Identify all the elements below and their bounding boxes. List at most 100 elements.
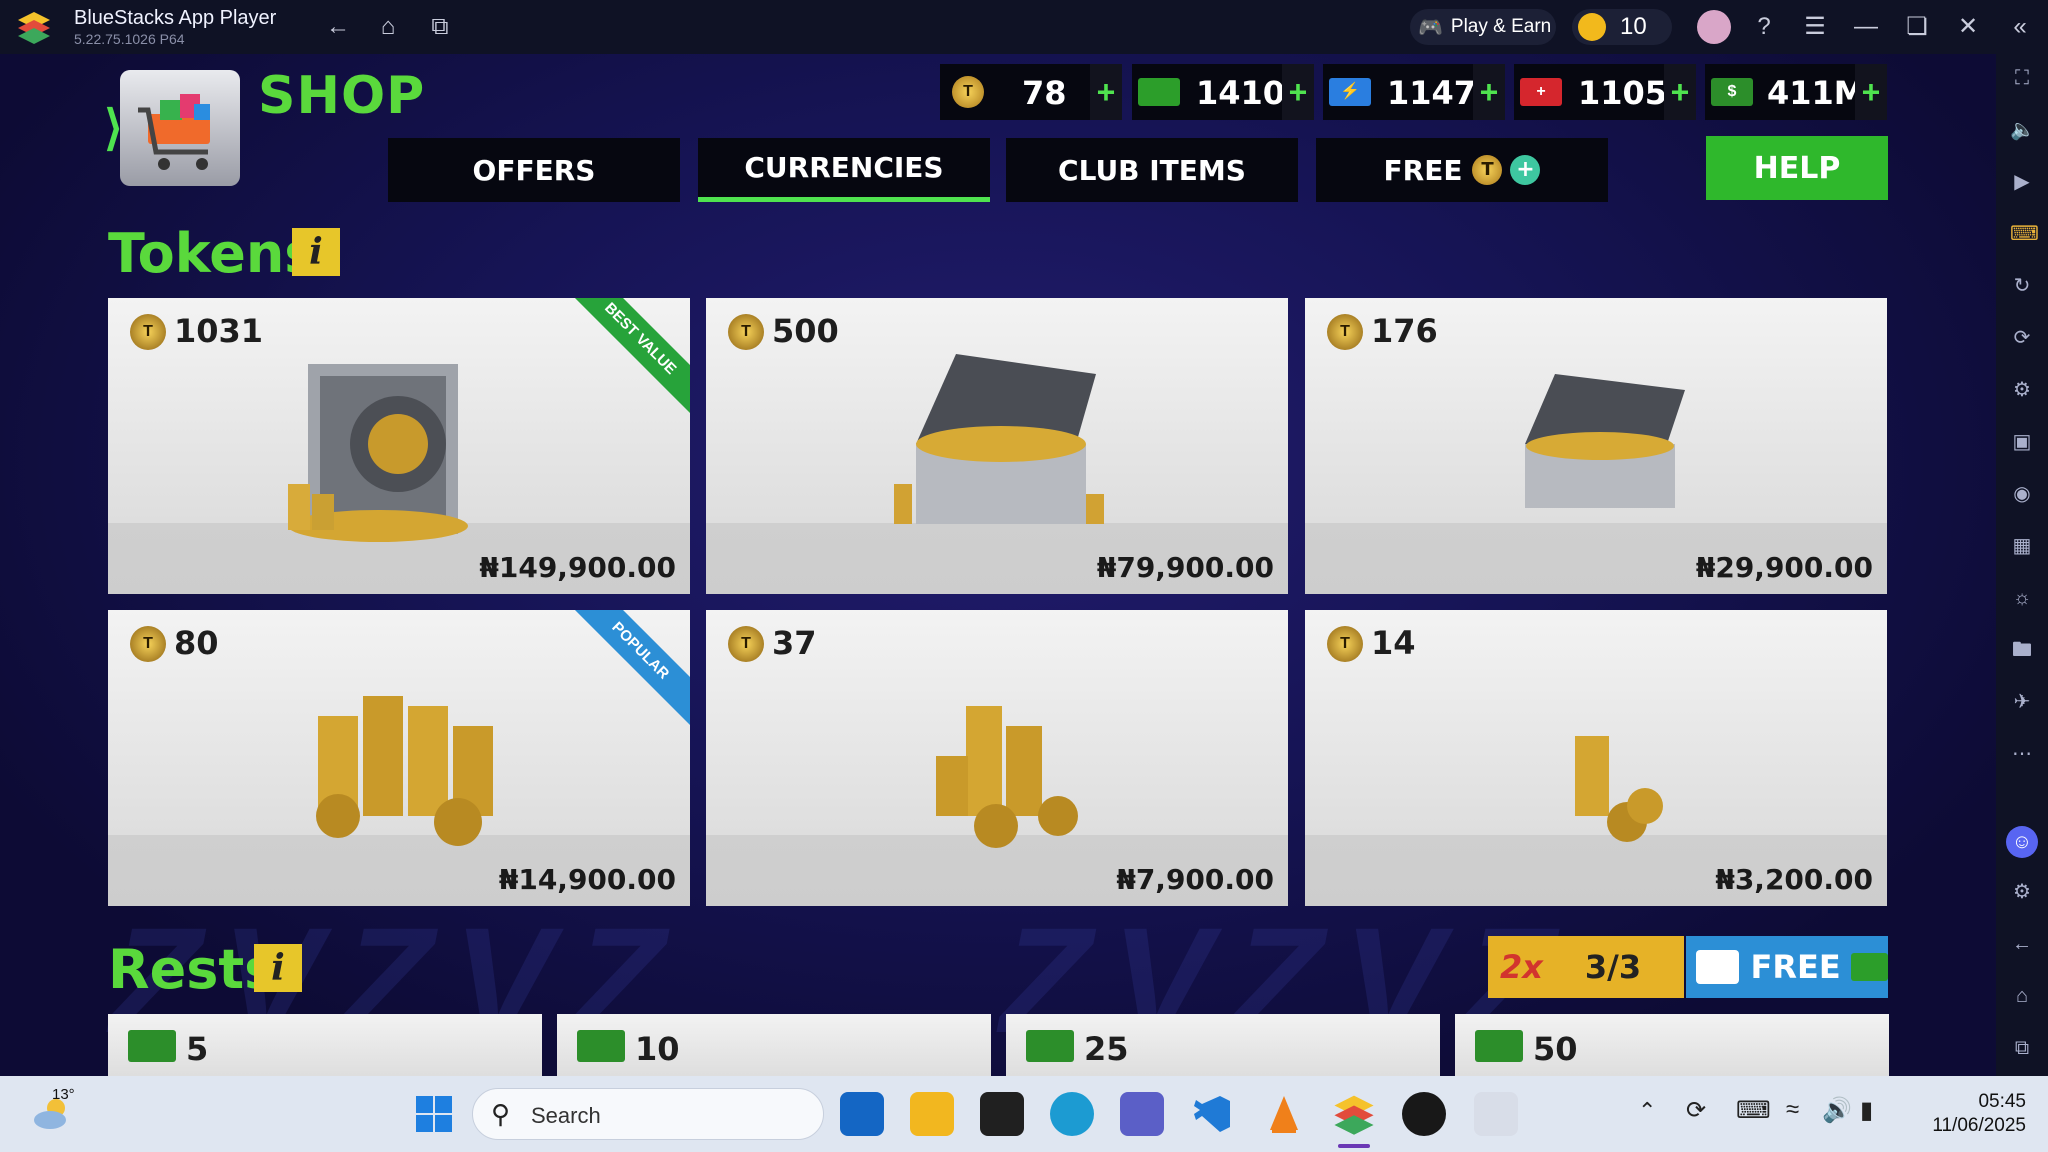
currency-rest-cash: 1410 + (1132, 64, 1314, 120)
help-button[interactable]: HELP (1706, 136, 1888, 200)
energy-icon: ⚡ (1329, 78, 1371, 106)
token-pack-card[interactable]: T 14 ₦3,200.00 (1305, 610, 1887, 906)
airplane-icon[interactable]: ✈ (2010, 690, 2034, 714)
token-pack-card[interactable]: T 1031 BEST VALUE ₦149,900.00 (108, 298, 690, 594)
collapse-sidebar-icon[interactable]: « (2006, 13, 2034, 41)
rest-pack-card[interactable]: 10 (557, 1014, 991, 1076)
tab-currencies[interactable]: CURRENCIES (698, 138, 990, 202)
keyboard-controls-icon[interactable]: ⌨ (2010, 222, 2039, 246)
wifi-icon[interactable]: ≈ (1786, 1096, 1799, 1124)
screenshot-icon[interactable]: ◉ (2010, 482, 2034, 506)
search-placeholder: Search (531, 1103, 601, 1128)
help-label: HELP (1753, 150, 1841, 186)
rest-cash-icon (1026, 1030, 1074, 1062)
token-amount: 80 (174, 624, 219, 662)
vlc-icon[interactable] (1262, 1092, 1306, 1136)
more-icon[interactable]: ⋯ (2010, 742, 2034, 766)
add-money-button[interactable]: + (1855, 64, 1887, 120)
section-title-rests: Rests (108, 938, 277, 1001)
terminal-icon[interactable] (980, 1092, 1024, 1136)
tab-free[interactable]: FREE T + (1316, 138, 1608, 202)
fullscreen-icon[interactable]: ⛶ (2010, 66, 2034, 90)
start-windows-icon[interactable] (412, 1092, 456, 1136)
home-icon[interactable]: ⌂ (374, 13, 402, 41)
media-icon[interactable]: ▶ (2010, 170, 2034, 194)
macro-icon[interactable]: ↻ (2010, 274, 2034, 298)
token-pack-card[interactable]: T 37 ₦7,900.00 (706, 610, 1288, 906)
add-rest-button[interactable]: + (1282, 64, 1314, 120)
app-version: 5.22.75.1026 P64 (74, 31, 185, 47)
tab-label: OFFERS (472, 153, 596, 187)
rest-pack-card[interactable]: 50 (1455, 1014, 1889, 1076)
currency-value: 1147 (1387, 74, 1477, 112)
keyboard-icon[interactable]: ⌨ (1736, 1096, 1771, 1125)
bluestacks-taskbar-icon[interactable] (1332, 1092, 1376, 1136)
android-home-icon[interactable]: ⌂ (2010, 984, 2034, 1008)
add-medical-button[interactable]: + (1664, 64, 1696, 120)
token-icon: T (728, 314, 764, 350)
file-explorer-icon[interactable] (910, 1092, 954, 1136)
add-circle-icon: + (1510, 155, 1541, 185)
token-icon: T (1327, 314, 1363, 350)
add-energy-button[interactable]: + (1473, 64, 1505, 120)
android-back-icon[interactable]: ← (2010, 932, 2034, 956)
tab-club-items[interactable]: CLUB ITEMS (1006, 138, 1298, 202)
token-amount: 14 (1371, 624, 1416, 662)
free-video-button[interactable]: FREE (1686, 936, 1888, 998)
sync-tray-icon[interactable]: ⟳ (1686, 1096, 1706, 1125)
recent-apps-icon[interactable]: ⧉ (2010, 1036, 2034, 1060)
medical-icon: + (1520, 78, 1562, 106)
vault-icon (288, 364, 468, 542)
outlook-icon[interactable] (840, 1092, 884, 1136)
rest-cash-icon (1850, 953, 1888, 981)
sync-icon[interactable]: ⟳ (2010, 326, 2034, 350)
speaker-icon[interactable]: 🔊 (1822, 1096, 1852, 1125)
show-hidden-icons-icon[interactable]: ⌃ (1638, 1098, 1656, 1124)
performance-icon[interactable]: ⚙ (2010, 378, 2034, 402)
tokens-info-button[interactable]: i (292, 228, 340, 276)
shop-cart-icon (120, 70, 240, 186)
discord-icon[interactable]: ☺ (2006, 826, 2038, 858)
folder-icon[interactable]: 🖿 (2010, 638, 2034, 662)
avatar[interactable] (1697, 10, 1731, 44)
rest-cash-icon (1138, 78, 1180, 106)
currency-tokens: T 78 + (940, 64, 1122, 120)
eco-mode-icon[interactable]: ☼ (2010, 586, 2034, 610)
rest-pack-card[interactable]: 25 (1006, 1014, 1440, 1076)
tab-offers[interactable]: OFFERS (388, 138, 680, 202)
teams-icon[interactable] (1120, 1092, 1164, 1136)
token-pack-card[interactable]: T 80 POPULAR ₦14,900.00 (108, 610, 690, 906)
currency-value: 1105 (1578, 74, 1668, 112)
coin-stacks-icon (936, 706, 1078, 848)
token-icon: T (1472, 155, 1503, 185)
help-icon[interactable]: ? (1750, 13, 1778, 41)
token-pack-card[interactable]: T 500 ₦79,900.00 (706, 298, 1288, 594)
record-icon[interactable]: ▦ (2010, 534, 2034, 558)
menu-icon[interactable]: ☰ (1801, 13, 1829, 41)
play-earn-button[interactable]: 🎮 Play & Earn (1410, 9, 1556, 45)
media-player-icon[interactable] (1402, 1092, 1446, 1136)
rests-info-button[interactable]: i (254, 944, 302, 992)
vscode-icon[interactable] (1190, 1092, 1234, 1136)
taskbar-search-box[interactable]: ⚲ Search (472, 1088, 824, 1140)
multi-instance-icon[interactable]: ⧉ (426, 13, 454, 41)
system-clock[interactable]: 05:45 11/06/2025 (1932, 1090, 2026, 1138)
clock-time: 05:45 (1978, 1091, 2026, 1112)
coin-counter[interactable]: 10 (1572, 9, 1672, 45)
battery-icon[interactable]: ▮ (1860, 1096, 1873, 1125)
restore-icon[interactable]: ❏ (1903, 13, 1931, 41)
game-viewport: ZVZVZ ZVZVZ ⟩ SHOP T 78 + 1410 + ⚡ 1147 … (0, 54, 1996, 1076)
add-tokens-button[interactable]: + (1090, 64, 1122, 120)
token-pack-card[interactable]: T 176 ₦29,900.00 (1305, 298, 1887, 594)
back-arrow-icon[interactable]: ← (324, 13, 352, 41)
settings-icon[interactable]: ⚙ (2010, 880, 2034, 904)
snipping-tool-icon[interactable] (1474, 1092, 1518, 1136)
rest-pack-card[interactable]: 5 (108, 1014, 542, 1076)
volume-icon[interactable]: 🔈 (2010, 118, 2035, 142)
close-icon[interactable]: ✕ (1954, 13, 1982, 41)
tab-label: FREE (1383, 153, 1463, 187)
minimize-icon[interactable]: — (1852, 13, 1880, 41)
edge-browser-icon[interactable] (1050, 1092, 1094, 1136)
rest-amount: 10 (635, 1030, 680, 1068)
apk-icon[interactable]: ▣ (2010, 430, 2034, 454)
